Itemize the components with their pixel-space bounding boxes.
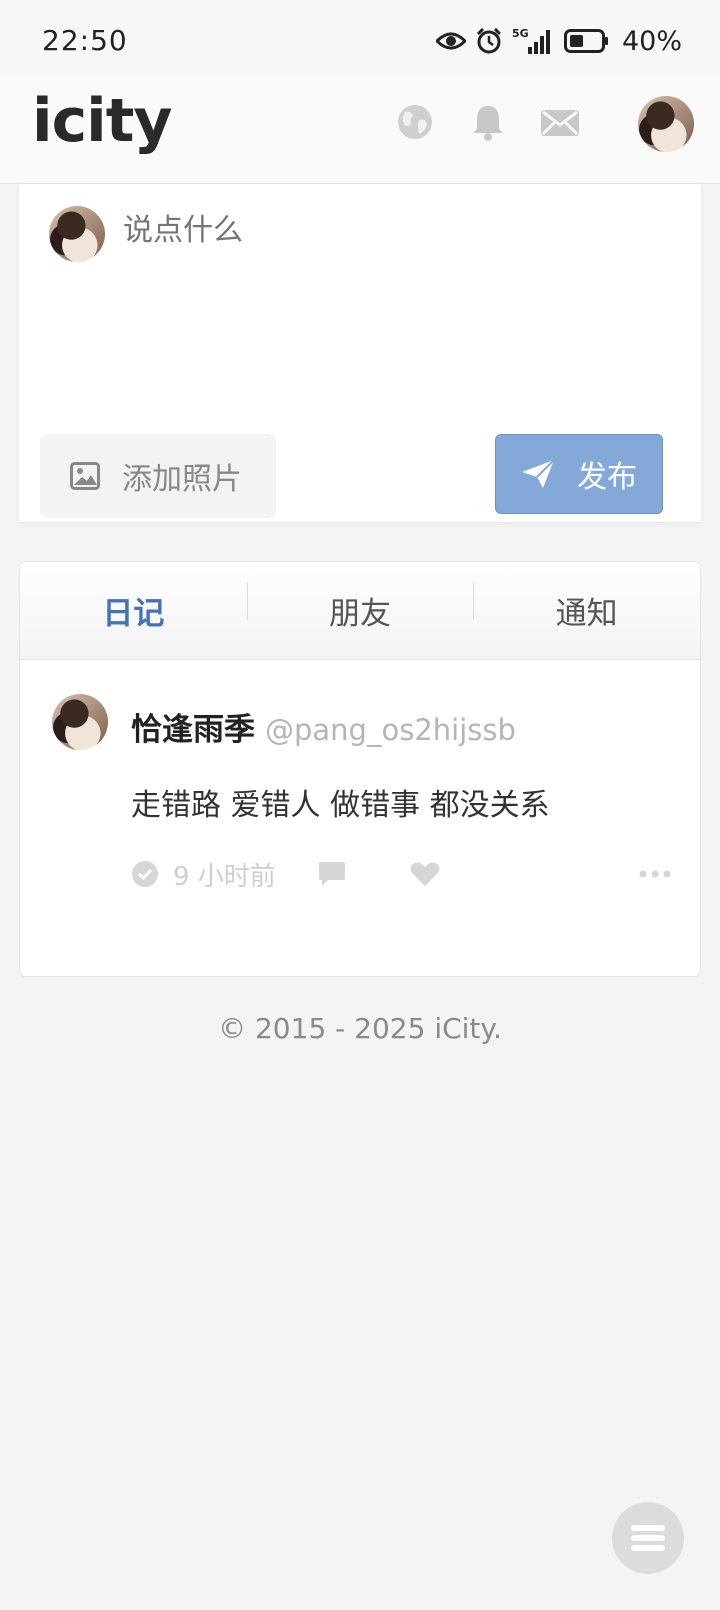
composer-avatar	[49, 206, 105, 262]
add-photo-label: 添加照片	[122, 462, 242, 497]
send-icon	[522, 459, 555, 488]
feed-card: 日记 朋友 通知 恰逢雨季 @pang_os2hijssb 走错路 爱错人 做错…	[19, 561, 701, 977]
check-circle-icon	[132, 861, 158, 887]
battery-percent: 40%	[621, 25, 682, 57]
bell-icon[interactable]	[468, 102, 508, 142]
tab-friends[interactable]: 朋友	[246, 582, 474, 633]
status-bar: 22:50 5G 40%	[0, 0, 720, 74]
status-time: 22:50	[42, 24, 128, 57]
publish-label: 发布	[577, 460, 637, 495]
post-author-handle[interactable]: @pang_os2hijssb	[265, 713, 516, 747]
post-meta: 9 小时前	[131, 856, 671, 892]
post-composer: 添加照片 发布	[19, 184, 701, 522]
feed-tabs: 日记 朋友 通知	[20, 562, 700, 660]
more-icon[interactable]	[639, 869, 671, 879]
post-item: 恰逢雨季 @pang_os2hijssb 走错路 爱错人 做错事 都没关系 9 …	[20, 660, 700, 976]
app-header: icity	[0, 74, 720, 184]
tab-diary[interactable]: 日记	[20, 588, 247, 633]
app-logo[interactable]: icity	[32, 86, 172, 156]
heart-icon[interactable]	[410, 861, 440, 887]
post-author-name[interactable]: 恰逢雨季	[131, 704, 255, 749]
floating-menu-button[interactable]	[612, 1502, 684, 1574]
user-avatar[interactable]	[638, 96, 694, 152]
mail-icon[interactable]	[540, 102, 580, 142]
post-content: 走错路 爱错人 做错事 都没关系	[131, 788, 550, 823]
status-icons: 5G 40%	[435, 24, 682, 58]
add-photo-button[interactable]: 添加照片	[40, 434, 276, 518]
image-icon	[70, 462, 100, 490]
signal-icon: 5G	[512, 27, 550, 54]
battery-icon	[563, 29, 608, 53]
post-input[interactable]	[123, 210, 663, 250]
comment-icon[interactable]	[318, 861, 346, 887]
tab-notifications[interactable]: 通知	[473, 582, 700, 633]
menu-icon	[631, 1525, 665, 1551]
post-time: 9 小时前	[173, 861, 276, 892]
alarm-icon	[476, 28, 502, 54]
footer-copyright: © 2015 - 2025 iCity.	[218, 1012, 502, 1045]
globe-icon[interactable]	[395, 102, 435, 142]
eye-icon	[435, 32, 466, 50]
post-author-avatar[interactable]	[52, 694, 108, 750]
publish-button[interactable]: 发布	[495, 434, 663, 514]
svg-text:5G: 5G	[512, 27, 529, 40]
post-header: 恰逢雨季 @pang_os2hijssb	[131, 704, 516, 749]
